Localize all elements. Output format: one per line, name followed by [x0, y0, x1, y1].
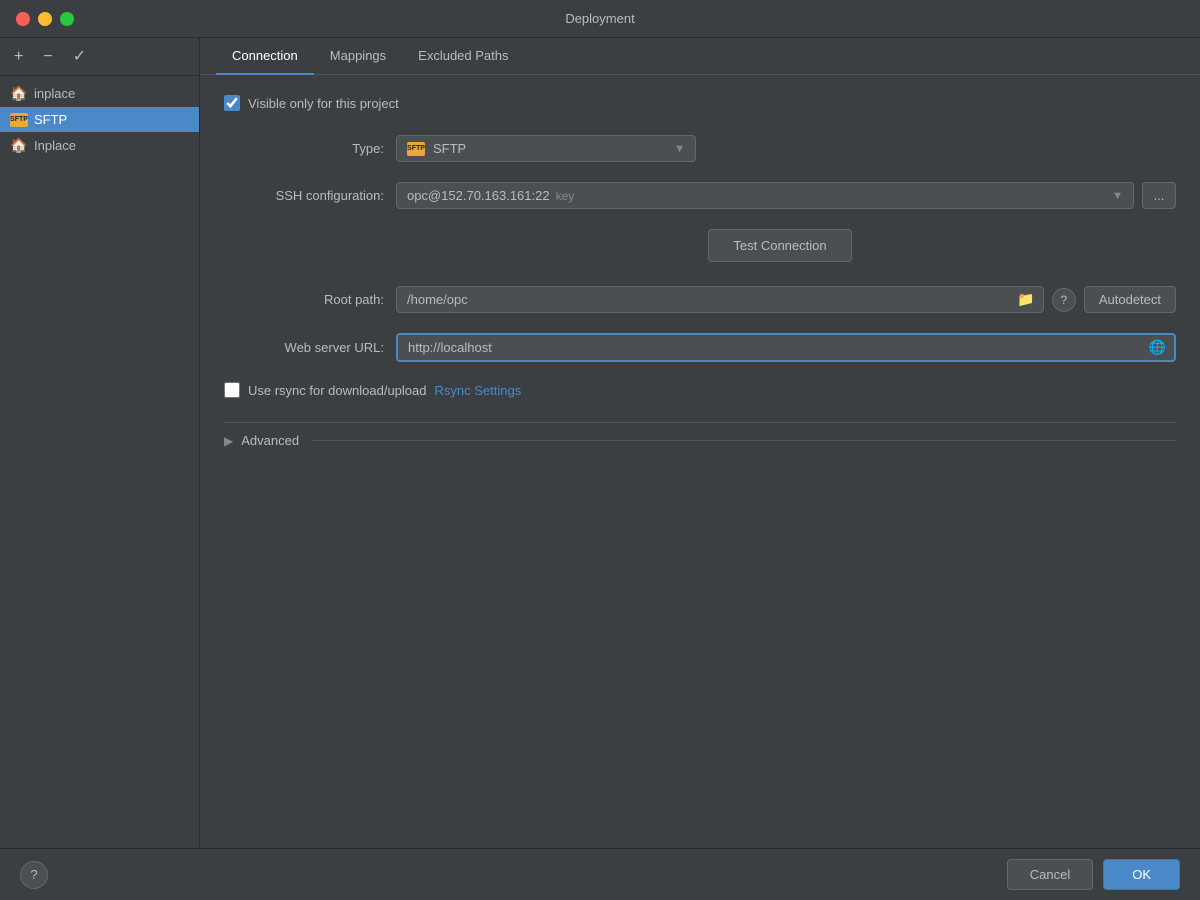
- minimize-button[interactable]: [38, 12, 52, 26]
- globe-icon: 🌐: [1141, 339, 1174, 356]
- type-dropdown[interactable]: SFTP SFTP ▼: [396, 135, 696, 162]
- ssh-label: SSH configuration:: [224, 188, 384, 203]
- window-controls[interactable]: [16, 12, 74, 26]
- maximize-button[interactable]: [60, 12, 74, 26]
- content-area: Connection Mappings Excluded Paths Visib…: [200, 38, 1200, 848]
- type-label: Type:: [224, 141, 384, 156]
- remove-server-button[interactable]: −: [39, 47, 56, 67]
- sidebar-item-label: inplace: [34, 86, 75, 101]
- tab-excluded-paths[interactable]: Excluded Paths: [402, 38, 524, 75]
- bottom-left: ?: [20, 861, 48, 889]
- test-connection-row: Test Connection: [384, 229, 1176, 262]
- web-url-input[interactable]: [398, 335, 1141, 360]
- rsync-settings-link[interactable]: Rsync Settings: [435, 383, 522, 398]
- root-path-control: 📁 ? Autodetect: [396, 286, 1176, 313]
- web-url-control: 🌐: [396, 333, 1176, 362]
- ssh-row: opc@152.70.163.161:22 key ▼ ...: [396, 182, 1176, 209]
- form-area: Visible only for this project Type: SFTP…: [200, 75, 1200, 848]
- sidebar-item-label: Inplace: [34, 138, 76, 153]
- ssh-key-badge: key: [556, 189, 575, 203]
- house-icon: 🏠: [10, 85, 28, 102]
- sidebar-item-label: SFTP: [34, 112, 67, 127]
- visible-project-checkbox[interactable]: [224, 95, 240, 111]
- rsync-checkbox[interactable]: [224, 382, 240, 398]
- ssh-dropdown[interactable]: opc@152.70.163.161:22 key ▼: [396, 182, 1134, 209]
- tab-connection[interactable]: Connection: [216, 38, 314, 75]
- root-path-input[interactable]: [397, 287, 1009, 312]
- root-path-help-button[interactable]: ?: [1052, 288, 1076, 312]
- sidebar-item-sftp[interactable]: SFTP SFTP: [0, 107, 199, 132]
- window-title: Deployment: [565, 11, 634, 26]
- sidebar-toolbar: + − ✓: [0, 38, 199, 76]
- tabs-bar: Connection Mappings Excluded Paths: [200, 38, 1200, 75]
- main-layout: + − ✓ 🏠 inplace SFTP SFTP 🏠 Inplace Conn…: [0, 38, 1200, 848]
- sidebar: + − ✓ 🏠 inplace SFTP SFTP 🏠 Inplace: [0, 38, 200, 848]
- advanced-section[interactable]: ▶ Advanced: [224, 422, 1176, 458]
- advanced-arrow-icon: ▶: [224, 434, 233, 448]
- ssh-field-row: SSH configuration: opc@152.70.163.161:22…: [224, 182, 1176, 209]
- title-bar: Deployment: [0, 0, 1200, 38]
- cancel-button[interactable]: Cancel: [1007, 859, 1093, 890]
- ssh-control: opc@152.70.163.161:22 key ▼ ...: [396, 182, 1176, 209]
- url-input-wrapper: 🌐: [396, 333, 1176, 362]
- add-server-button[interactable]: +: [10, 47, 27, 67]
- visible-project-label: Visible only for this project: [248, 96, 399, 111]
- sidebar-item-inplace2[interactable]: 🏠 Inplace: [0, 132, 199, 159]
- ok-button[interactable]: OK: [1103, 859, 1180, 890]
- house-icon: 🏠: [10, 137, 28, 154]
- type-control: SFTP SFTP ▼: [396, 135, 1176, 162]
- root-path-input-wrapper: 📁: [396, 286, 1044, 313]
- help-button[interactable]: ?: [20, 861, 48, 889]
- web-url-label: Web server URL:: [224, 340, 384, 355]
- root-path-inner: 📁 ? Autodetect: [396, 286, 1176, 313]
- web-url-field-row: Web server URL: 🌐: [224, 333, 1176, 362]
- ssh-ellipsis-button[interactable]: ...: [1142, 182, 1176, 209]
- autodetect-button[interactable]: Autodetect: [1084, 286, 1176, 313]
- folder-icon: 📁: [1009, 291, 1042, 308]
- root-path-label: Root path:: [224, 292, 384, 307]
- bottom-right: Cancel OK: [1007, 859, 1180, 890]
- sidebar-item-inplace1[interactable]: 🏠 inplace: [0, 80, 199, 107]
- type-field-row: Type: SFTP SFTP ▼: [224, 135, 1176, 162]
- tab-mappings[interactable]: Mappings: [314, 38, 402, 75]
- rsync-label: Use rsync for download/upload: [248, 383, 427, 398]
- ssh-value: opc@152.70.163.161:22: [407, 188, 550, 203]
- root-path-field-row: Root path: 📁 ? Autodetect: [224, 286, 1176, 313]
- sidebar-items: 🏠 inplace SFTP SFTP 🏠 Inplace: [0, 76, 199, 848]
- advanced-divider: [311, 440, 1176, 441]
- dropdown-arrow-icon: ▼: [674, 143, 685, 155]
- test-connection-button[interactable]: Test Connection: [708, 229, 851, 262]
- rsync-row: Use rsync for download/upload Rsync Sett…: [224, 382, 1176, 398]
- visible-project-row: Visible only for this project: [224, 95, 1176, 111]
- sftp-icon: SFTP: [10, 113, 28, 127]
- close-button[interactable]: [16, 12, 30, 26]
- bottom-bar: ? Cancel OK: [0, 848, 1200, 900]
- type-value: SFTP: [433, 141, 466, 156]
- advanced-label: Advanced: [241, 433, 299, 448]
- ssh-dropdown-arrow-icon: ▼: [1112, 190, 1123, 202]
- sftp-dropdown-icon: SFTP: [407, 142, 425, 156]
- confirm-button[interactable]: ✓: [69, 47, 90, 67]
